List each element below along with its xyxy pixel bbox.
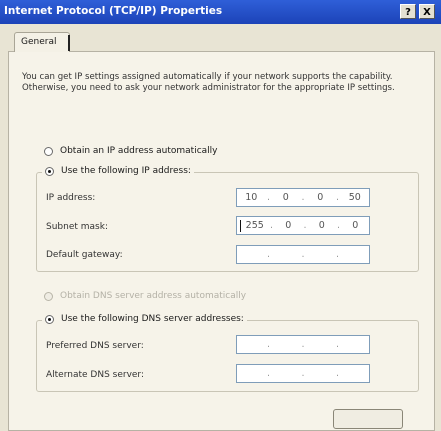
- tab-general[interactable]: General: [14, 32, 70, 52]
- help-button[interactable]: ?: [400, 4, 416, 19]
- ip-address-label: IP address:: [46, 193, 96, 203]
- tab-focus-caret: [68, 35, 70, 51]
- radio-label: Use the following DNS server addresses:: [61, 314, 244, 324]
- close-button[interactable]: X: [419, 4, 435, 19]
- subnet-mask-label: Subnet mask:: [46, 222, 108, 232]
- octet-separator: .: [301, 339, 305, 350]
- radio-button-selected[interactable]: [45, 166, 54, 176]
- preferred-dns-label: Preferred DNS server:: [46, 341, 144, 351]
- radio-label: Use the following IP address:: [61, 166, 191, 176]
- radio-obtain-ip-auto[interactable]: Obtain an IP address automatically: [44, 146, 218, 156]
- radio-use-following-ip[interactable]: Use the following IP address:: [42, 166, 194, 176]
- default-gateway-input[interactable]: . . .: [236, 245, 370, 264]
- window-title: Internet Protocol (TCP/IP) Properties: [4, 5, 223, 17]
- octet-separator: .: [266, 249, 271, 260]
- octet-separator: .: [301, 368, 305, 379]
- octet-separator: .: [266, 368, 271, 379]
- radio-button-disabled: [44, 291, 53, 301]
- ip-address-input[interactable]: 10. 0. 0. 50: [236, 188, 370, 207]
- radio-label: Obtain an IP address automatically: [60, 146, 218, 156]
- intro-text: You can get IP settings assigned automat…: [22, 72, 395, 93]
- tab-label: General: [21, 37, 57, 47]
- radio-use-following-dns[interactable]: Use the following DNS server addresses:: [42, 314, 247, 324]
- radio-button[interactable]: [44, 146, 53, 156]
- alternate-dns-input[interactable]: . . .: [236, 364, 370, 383]
- radio-label: Obtain DNS server address automatically: [60, 291, 247, 301]
- subnet-mask-input[interactable]: 255. 0. 0. 0: [236, 216, 370, 235]
- octet-1: 255: [245, 220, 264, 231]
- octet-1: 10: [245, 192, 258, 203]
- octet-separator: .: [335, 339, 340, 350]
- octet-4: 0: [352, 220, 359, 231]
- octet-3: 0: [318, 220, 325, 231]
- octet-separator: .: [335, 368, 340, 379]
- radio-button-selected[interactable]: [45, 314, 54, 324]
- default-gateway-label: Default gateway:: [46, 250, 123, 260]
- octet-separator: .: [335, 249, 340, 260]
- octet-separator: .: [266, 339, 271, 350]
- octet-4: 50: [348, 192, 361, 203]
- alternate-dns-label: Alternate DNS server:: [46, 370, 145, 380]
- octet-2: 0: [285, 220, 292, 231]
- octet-2: 0: [282, 192, 289, 203]
- radio-obtain-dns-auto: Obtain DNS server address automatically: [44, 291, 246, 301]
- octet-3: 0: [317, 192, 324, 203]
- title-bar: Internet Protocol (TCP/IP) Properties ? …: [0, 0, 441, 24]
- octet-separator: .: [301, 249, 305, 260]
- preferred-dns-input[interactable]: . . .: [236, 335, 370, 354]
- dialog-button-partial[interactable]: [333, 409, 403, 429]
